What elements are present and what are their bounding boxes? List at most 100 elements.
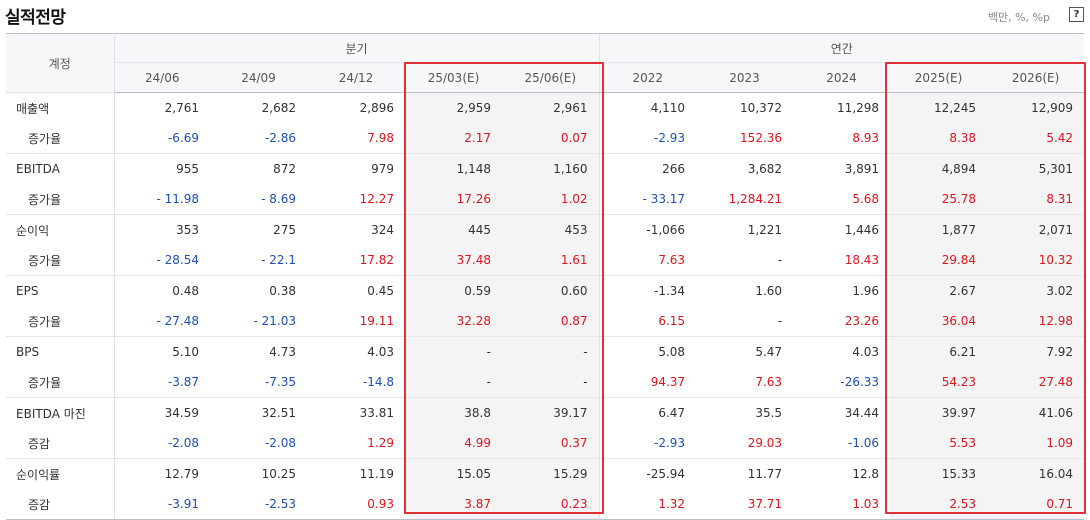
growth-cell: 1.61 <box>502 245 600 276</box>
value-cell: 12.79 <box>164 467 199 481</box>
value-cell: 4.03 <box>852 345 880 359</box>
growth-cell: -26.33 <box>793 367 891 398</box>
growth-cell: -2.86 <box>210 123 307 154</box>
value-cell: 2,071 <box>987 214 1085 245</box>
value-cell: 32.51 <box>261 406 296 420</box>
row-sub-label: 증감 <box>6 428 115 459</box>
growth-cell: 0.23 <box>502 489 600 520</box>
growth-cell: -1.06 <box>793 428 891 459</box>
growth-cell: - <box>696 245 794 276</box>
value-cell: 3,682 <box>747 162 783 176</box>
growth-cell: 32.28 <box>405 306 502 337</box>
value-cell: 4,894 <box>890 153 988 184</box>
row-sub-label: 증가율 <box>6 184 115 215</box>
growth-cell: 7.63 <box>598 245 697 276</box>
value-cell: -1.34 <box>598 275 697 306</box>
value-cell: 1.96 <box>852 284 880 298</box>
period-header: 24/09 <box>210 62 307 93</box>
table-row: EPS 0.48 0.38 0.45 0.59 0.60 -1.34 1.60 1.96 2.67… <box>6 275 1085 306</box>
value-cell: 324 <box>371 223 394 237</box>
growth-cell: -2.08 <box>210 428 307 459</box>
value-cell: 33.81 <box>359 406 394 420</box>
growth-cell: 8.31 <box>987 184 1085 215</box>
value-cell: 0.38 <box>269 284 296 298</box>
value-cell: 4.73 <box>269 345 296 359</box>
period-header: 25/03(E) <box>405 62 502 93</box>
value-cell: 4.03 <box>367 345 394 359</box>
value-cell: -25.94 <box>598 458 697 489</box>
value-cell: 1,160 <box>502 153 600 184</box>
row-label: 순이익률 <box>6 458 115 489</box>
growth-cell: - <box>696 306 794 337</box>
value-cell: 0.45 <box>367 284 394 298</box>
value-cell: 10.25 <box>261 467 296 481</box>
value-cell: 1,148 <box>405 153 502 184</box>
value-cell: 15.05 <box>405 458 502 489</box>
value-cell: 5.08 <box>598 336 697 367</box>
value-cell: 2,961 <box>502 92 600 123</box>
growth-cell: - 21.03 <box>210 306 307 337</box>
growth-cell: - 27.48 <box>114 306 210 337</box>
value-cell: 11.19 <box>359 467 394 481</box>
value-cell: 445 <box>405 214 502 245</box>
growth-cell: 8.38 <box>890 123 988 154</box>
table-row: 순이익 353 275 324 445 453 -1,066 1,221 1,446 1,877 2… <box>6 214 1085 245</box>
growth-cell: 3.87 <box>405 489 502 520</box>
growth-cell: - 8.69 <box>210 184 307 215</box>
value-cell: 2,896 <box>359 101 394 115</box>
value-cell: 5,301 <box>987 153 1085 184</box>
value-cell: 6.21 <box>890 336 988 367</box>
growth-cell: - 11.98 <box>114 184 210 215</box>
growth-cell: 29.84 <box>890 245 988 276</box>
value-cell: 4,110 <box>598 92 697 123</box>
period-header: 24/12 <box>307 62 405 93</box>
growth-cell: - 33.17 <box>598 184 697 215</box>
growth-cell: -7.35 <box>210 367 307 398</box>
growth-cell: 1,284.21 <box>696 184 794 215</box>
growth-cell: 0.71 <box>987 489 1085 520</box>
growth-cell: -3.87 <box>114 367 210 398</box>
row-sub-label: 증가율 <box>6 123 115 154</box>
growth-cell: 29.03 <box>696 428 794 459</box>
growth-cell: - <box>502 367 600 398</box>
row-sub-label: 증가율 <box>6 245 115 276</box>
growth-cell: 5.68 <box>793 184 891 215</box>
period-header: 2022 <box>598 62 697 93</box>
growth-cell: 36.04 <box>890 306 988 337</box>
value-cell: -1,066 <box>598 214 697 245</box>
value-cell: - <box>502 336 600 367</box>
table-row: BPS 5.10 4.73 4.03- -5.08 5.47 4.03 6.21 7.92 <box>6 336 1085 367</box>
table-row: 증가율 -6.69 -2.86 7.98 2.17 0.07 -2.93 152.36 8.93… <box>6 123 1085 154</box>
row-label: EBITDA <box>6 153 115 184</box>
section-title: 실적전망 <box>5 8 66 28</box>
growth-cell: 6.15 <box>598 306 697 337</box>
growth-cell: 2.17 <box>405 123 502 154</box>
period-header: 2026(E) <box>987 62 1085 93</box>
growth-cell: 5.42 <box>987 123 1085 154</box>
row-label: 순이익 <box>6 214 115 245</box>
growth-cell: 12.98 <box>987 306 1085 337</box>
value-cell: 5.10 <box>172 345 199 359</box>
row-sub-label: 증가율 <box>6 306 115 337</box>
value-cell: 11,298 <box>837 101 880 115</box>
growth-cell: 7.98 <box>307 123 405 154</box>
growth-cell: -14.8 <box>307 367 405 398</box>
value-cell: 35.5 <box>755 406 783 420</box>
growth-cell: -2.93 <box>598 123 697 154</box>
value-cell: 38.8 <box>405 397 502 428</box>
value-cell: 1,221 <box>747 223 783 237</box>
row-label: EBITDA 마진 <box>6 397 115 428</box>
earnings-forecast-table: 계정 분기 연간 24/06 24/09 24/12 25/03(E) 25/06(E)… <box>6 33 1085 520</box>
growth-cell: 0.87 <box>502 306 600 337</box>
section-header: 실적전망 백만, %, %p ? <box>0 0 1090 34</box>
value-cell: 41.06 <box>987 397 1085 428</box>
help-icon[interactable]: ? <box>1069 7 1084 22</box>
growth-cell: 94.37 <box>598 367 697 398</box>
value-cell: 0.59 <box>405 275 502 306</box>
period-header: 2024 <box>793 62 891 93</box>
value-cell: 872 <box>273 162 296 176</box>
growth-cell: 17.26 <box>405 184 502 215</box>
growth-cell: 17.82 <box>307 245 405 276</box>
value-cell: 12,909 <box>987 92 1085 123</box>
table-row: 증감 -2.08 -2.08 1.29 4.99 0.37 -2.93 29.03 -1.06 5… <box>6 428 1085 459</box>
